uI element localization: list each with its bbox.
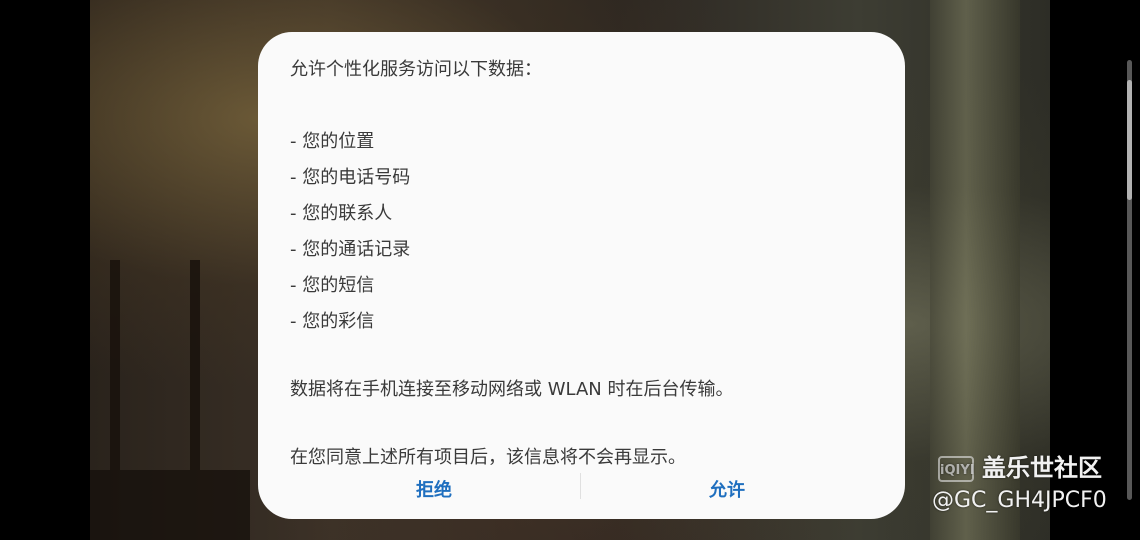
watermark-site-name: 盖乐世社区 [982,454,1102,482]
permission-item-contacts: - 您的联系人 [290,203,393,224]
watermark-username: @GC_GH4JPCF0 [932,488,1107,513]
action-divider [580,473,581,499]
agreement-note: 在您同意上述所有项目后，该信息将不会再显示。 [290,447,686,468]
deny-button[interactable]: 拒绝 [334,475,534,507]
dialog-body: 允许个性化服务访问以下数据： - 您的位置 - 您的电话号码 - 您的联系人 -… [290,52,873,476]
permission-item-location: - 您的位置 [290,131,375,152]
transmission-note: 数据将在手机连接至移动网络或 WLAN 时在后台传输。 [290,379,734,400]
watermark: iQIYI 盖乐世社区 @GC_GH4JPCF0 [932,452,1107,518]
permission-item-call-log: - 您的通话记录 [290,239,411,260]
permission-item-phone-number: - 您的电话号码 [290,167,411,188]
permission-dialog: 允许个性化服务访问以下数据： - 您的位置 - 您的电话号码 - 您的联系人 -… [258,32,905,519]
iqiyi-logo-icon: iQIYI [938,456,975,482]
allow-button[interactable]: 允许 [627,475,827,507]
scrollbar-thumb[interactable] [1127,80,1132,200]
dialog-heading: 允许个性化服务访问以下数据： [290,59,542,80]
background-floor [90,470,250,540]
background-chair [110,260,200,470]
permission-item-mms: - 您的彩信 [290,311,375,332]
dialog-actions: 拒绝 允许 [258,473,905,507]
permission-item-sms: - 您的短信 [290,275,375,296]
